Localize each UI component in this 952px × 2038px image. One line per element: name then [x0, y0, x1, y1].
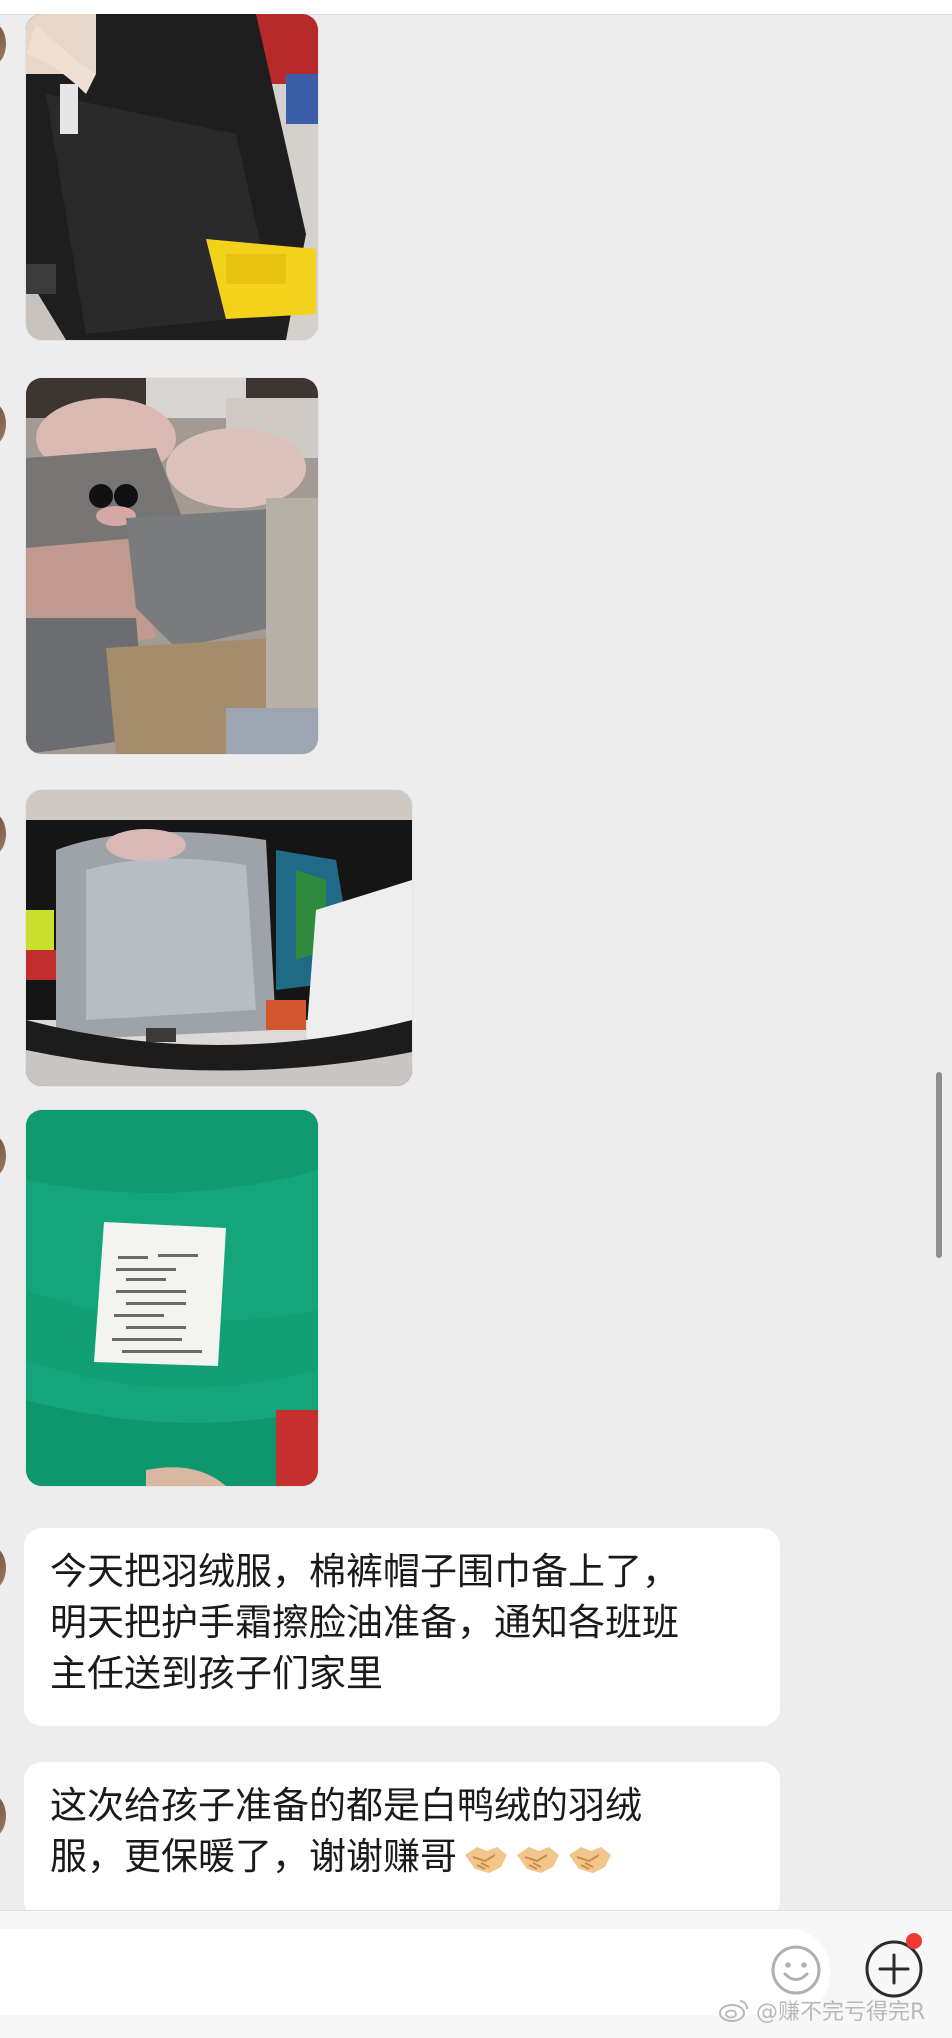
weibo-logo-icon: [719, 2000, 748, 2022]
weibo-watermark: @赚不完亏得完R: [718, 1994, 925, 2026]
sender-avatar[interactable]: [0, 1796, 6, 1836]
scrollbar-thumb[interactable]: [936, 1072, 942, 1258]
photo-green-jacket-label[interactable]: [26, 1110, 318, 1486]
sender-avatar[interactable]: [0, 1548, 6, 1588]
smiley-icon[interactable]: [769, 1943, 823, 1997]
text-message-bubble[interactable]: 今天把羽绒服，棉裤帽子围巾备上了， 明天把护手霜擦脸油准备，通知各班班 主任送到…: [24, 1528, 780, 1726]
sender-avatar[interactable]: [0, 1136, 6, 1176]
photo-car-trunk[interactable]: [26, 790, 412, 1086]
photo-black-pants[interactable]: [26, 14, 318, 340]
photo-bagged-clothes[interactable]: [26, 378, 318, 754]
chat-message-list[interactable]: 今天把羽绒服，棉裤帽子围巾备上了， 明天把护手霜擦脸油准备，通知各班班 主任送到…: [0, 14, 952, 1910]
handshake-emoji-icon: [517, 1847, 559, 1873]
top-edge: [0, 0, 952, 15]
sender-avatar[interactable]: [0, 24, 6, 64]
sender-avatar[interactable]: [0, 404, 6, 444]
text-message-bubble[interactable]: 这次给孩子准备的都是白鸭绒的羽绒 服，更保暖了，谢谢赚哥: [24, 1762, 780, 1910]
watermark-text: @赚不完亏得完R: [756, 2000, 926, 2025]
message-text-line: 主任送到孩子们家里: [50, 1652, 383, 1695]
handshake-emoji-icon: [569, 1847, 611, 1873]
handshake-emoji-icon: [465, 1847, 507, 1873]
message-text-line: 服，更保暖了，谢谢赚哥: [50, 1831, 756, 1882]
notification-badge: [906, 1933, 922, 1949]
message-text-line-content: 服，更保暖了，谢谢赚哥: [50, 1835, 457, 1878]
message-text-line: 明天把护手霜擦脸油准备，通知各班班: [50, 1601, 679, 1644]
sender-avatar[interactable]: [0, 814, 6, 854]
message-text-line: 这次给孩子准备的都是白鸭绒的羽绒: [50, 1784, 642, 1827]
message-text-line: 今天把羽绒服，棉裤帽子围巾备上了，: [50, 1550, 679, 1593]
message-input[interactable]: [0, 1929, 830, 2015]
